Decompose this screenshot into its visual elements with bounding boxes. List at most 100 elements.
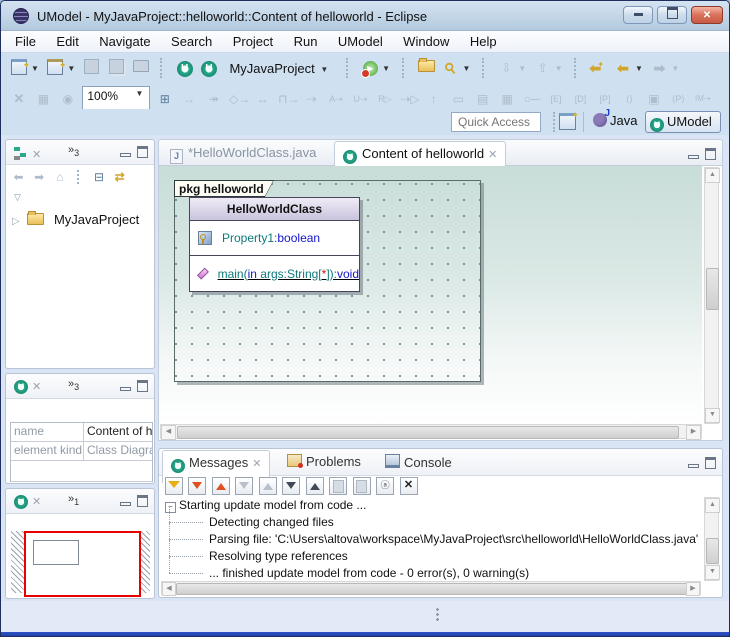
tree-forward-button[interactable]: ➡ [32,168,47,186]
usage-button[interactable]: U⇢ [351,90,369,108]
more-views-button[interactable]: »3 [68,144,79,158]
menu-help[interactable]: Help [462,31,505,52]
messages-vertical-scrollbar[interactable]: ▲ ▼ [704,497,719,581]
minimize-button[interactable] [623,6,653,24]
scroll-down-button[interactable]: ▼ [705,408,720,423]
annotation-button[interactable]: ▣ [645,90,663,108]
menu-project[interactable]: Project [225,31,281,52]
overview-canvas[interactable] [11,531,150,593]
log-line[interactable]: −Starting update model from code ... [161,497,701,514]
back-dropdown[interactable]: ▼ [635,64,643,73]
tree-back-button[interactable]: ⬅ [11,168,26,186]
primitive-type-button[interactable]: [P] [596,90,614,108]
tab-close-icon[interactable]: ✕ [252,457,261,470]
tree-item-project[interactable]: ▷ MyJavaProject [12,212,139,227]
delete-button[interactable]: ✕ [10,90,28,108]
diagram-canvas[interactable]: pkg helloworld HelloWorldClass Property1… [158,166,723,441]
dependency-button[interactable]: ⇢ [303,90,321,108]
property-row[interactable]: name Content of hello [11,423,152,442]
abstraction-button[interactable]: A⇢ [327,90,345,108]
editor-vertical-scrollbar[interactable]: ▲ ▼ [704,167,719,424]
expander-icon[interactable]: ▷ [12,216,20,227]
save-all-button[interactable] [107,59,125,77]
log-line[interactable]: Detecting changed files [161,514,701,531]
minimize-view-icon[interactable] [120,387,131,391]
maximize-view-icon[interactable] [137,495,148,507]
scroll-left-button[interactable]: ◀ [161,425,176,440]
perspective-java-button[interactable]: Java [589,111,645,133]
class-name[interactable]: HelloWorldClass [190,198,359,221]
log-line[interactable]: Resolving type references [161,548,701,565]
more-views-button[interactable]: »1 [68,493,79,507]
hyperlink-button[interactable]: ◉ [59,90,77,108]
tab-close-icon[interactable]: ✕ [32,495,41,508]
link-with-editor-button[interactable]: ⇄ [112,168,127,186]
tab-close-icon[interactable]: ✕ [488,148,497,161]
copy-all-button[interactable] [353,477,371,495]
view-menu-button[interactable]: ▽ [14,192,21,203]
new-project-dropdown[interactable]: ▼ [67,64,75,73]
previous-message-button[interactable] [306,477,324,495]
class-box[interactable]: HelloWorldClass Property1:boolean main(i… [189,197,360,292]
scroll-thumb[interactable] [177,426,679,439]
menu-edit[interactable]: Edit [48,31,86,52]
clear-button[interactable]: ✕ [400,477,418,495]
more-views-button[interactable]: »3 [68,378,79,392]
quick-access-input[interactable] [451,112,541,132]
fit-to-window-button[interactable]: ⊞ [156,90,174,108]
previous-error-button[interactable] [212,477,230,495]
enumeration-button[interactable]: [E] [547,90,565,108]
forward-dropdown[interactable]: ▼ [671,64,679,73]
properties-tab[interactable]: U✕ [14,378,41,396]
scroll-thumb[interactable] [706,268,719,310]
model-tree-tab[interactable]: ✕ [14,146,41,164]
messages-log[interactable]: −Starting update model from code ... Det… [161,497,701,581]
zoom-combo[interactable]: 100% ▼ [82,86,150,111]
composition-button[interactable]: ⊓→ [278,90,296,108]
copy-button[interactable] [329,477,347,495]
next-warning-button[interactable] [235,477,253,495]
title-bar[interactable]: UModel - MyJavaProject::helloworld::Cont… [1,1,730,31]
scroll-right-button[interactable]: ▶ [686,425,701,440]
crop-button[interactable]: ▦ [34,90,52,108]
stereotype-button[interactable]: ⟨⟩ [620,90,638,108]
menu-run[interactable]: Run [286,31,326,52]
collapse-icon[interactable]: − [165,502,176,513]
tree-up-button[interactable]: ⌂ [52,168,67,186]
class-operation-row[interactable]: main(in args:String[*]):void [190,255,359,291]
project-combo[interactable]: MyJavaProject ▼ [223,59,336,78]
association-button[interactable]: → [180,90,198,108]
scroll-down-button[interactable]: ▼ [705,565,720,580]
scroll-up-button[interactable]: ▲ [705,168,720,183]
next-error-button[interactable] [188,477,206,495]
next-annotation-button[interactable]: ⇩ [497,59,515,77]
realization-button[interactable]: R▷ [376,90,394,108]
generalization-button[interactable]: ↑ [425,90,443,108]
scroll-right-button[interactable]: ▶ [686,582,700,596]
new-project-button[interactable]: ✦ [46,59,64,77]
class-property-row[interactable]: Property1:boolean [190,221,359,255]
minimize-view-icon[interactable] [120,502,131,506]
minimize-view-icon[interactable] [688,464,699,468]
overview-viewport[interactable] [24,531,141,597]
package-button[interactable]: ▭ [449,90,467,108]
menu-search[interactable]: Search [163,31,220,52]
close-button[interactable]: ✕ [691,6,723,24]
overview-tab[interactable]: U✕ [14,493,41,511]
messages-horizontal-scrollbar[interactable]: ◀ ▶ [161,581,701,595]
maximize-view-icon[interactable] [705,457,716,469]
minimize-view-icon[interactable] [120,153,131,157]
previous-warning-button[interactable] [259,477,277,495]
component-button[interactable]: ▦ [498,90,516,108]
aggregation-button[interactable]: ◇→ [229,90,247,108]
interface-button[interactable]: ○─ [523,90,541,108]
directed-association-button[interactable]: ↠ [205,90,223,108]
next-annotation-dropdown[interactable]: ▼ [518,64,526,73]
scroll-thumb[interactable] [176,583,688,595]
find-button[interactable]: ⓐ [376,477,394,495]
tab-close-icon[interactable]: ✕ [32,148,41,161]
open-perspective-button[interactable]: ✦ [559,113,576,131]
next-message-button[interactable] [282,477,300,495]
scroll-thumb[interactable] [706,538,719,564]
menu-window[interactable]: Window [395,31,457,52]
